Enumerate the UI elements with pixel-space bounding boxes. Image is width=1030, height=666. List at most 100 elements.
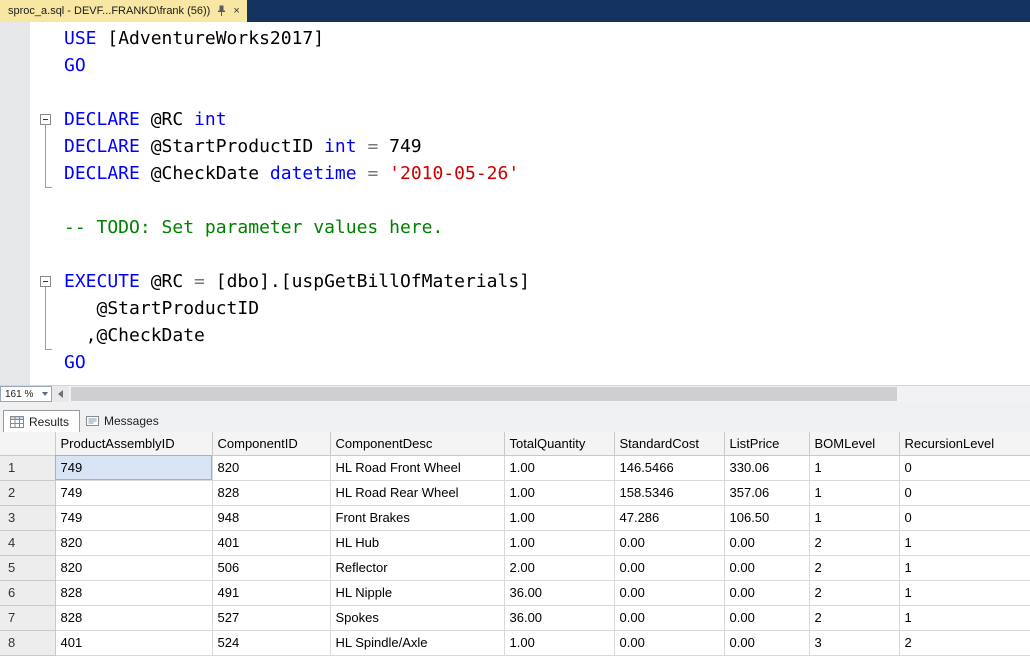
column-header-bomlevel[interactable]: BOMLevel xyxy=(808,432,900,456)
grid-cell[interactable]: 0 xyxy=(899,455,1030,481)
grid-cell[interactable]: 2 xyxy=(809,580,900,606)
code-line[interactable]: GO xyxy=(30,52,1030,79)
zoom-selector[interactable]: 161 % xyxy=(0,386,52,402)
grid-cell[interactable]: 401 xyxy=(212,530,331,556)
grid-cell[interactable]: 491 xyxy=(212,580,331,606)
column-header-totalquantity[interactable]: TotalQuantity xyxy=(503,432,615,456)
horizontal-scrollbar[interactable] xyxy=(52,386,1030,402)
row-number[interactable]: 3 xyxy=(0,505,56,531)
grid-cell[interactable]: 330.06 xyxy=(724,455,810,481)
grid-cell[interactable]: 0.00 xyxy=(614,630,725,656)
code-line[interactable]: @StartProductID xyxy=(30,295,1030,322)
code-line[interactable]: USE [AdventureWorks2017] xyxy=(30,25,1030,52)
grid-cell[interactable]: 0.00 xyxy=(614,530,725,556)
scrollbar-thumb[interactable] xyxy=(71,387,898,401)
pin-icon[interactable] xyxy=(217,5,226,17)
grid-cell[interactable]: 1.00 xyxy=(504,505,615,531)
grid-cell[interactable]: 1.00 xyxy=(504,630,615,656)
grid-cell[interactable]: 0.00 xyxy=(724,555,810,581)
grid-cell[interactable]: HL Hub xyxy=(330,530,505,556)
grid-cell[interactable]: 524 xyxy=(212,630,331,656)
grid-cell[interactable]: 357.06 xyxy=(724,480,810,506)
grid-cell[interactable]: Reflector xyxy=(330,555,505,581)
collapse-region-toggle[interactable] xyxy=(40,114,51,125)
grid-cell[interactable]: 0.00 xyxy=(724,605,810,631)
code-line[interactable]: GO xyxy=(30,349,1030,376)
grid-cell[interactable]: 1.00 xyxy=(504,480,615,506)
grid-cell[interactable]: 1 xyxy=(899,555,1030,581)
grid-cell[interactable]: 820 xyxy=(55,555,213,581)
column-header-recursionlevel[interactable]: RecursionLevel xyxy=(898,432,1030,456)
row-number[interactable]: 4 xyxy=(0,530,56,556)
grid-cell[interactable]: 158.5346 xyxy=(614,480,725,506)
code-line[interactable] xyxy=(30,187,1030,214)
code-line[interactable]: -- TODO: Set parameter values here. xyxy=(30,214,1030,241)
grid-cell[interactable]: HL Road Front Wheel xyxy=(330,455,505,481)
grid-cell[interactable]: 948 xyxy=(212,505,331,531)
tab-messages[interactable]: Messages xyxy=(80,410,169,432)
row-number[interactable]: 5 xyxy=(0,555,56,581)
grid-cell[interactable]: 828 xyxy=(212,480,331,506)
grid-cell[interactable]: 47.286 xyxy=(614,505,725,531)
grid-cell[interactable]: 0.00 xyxy=(724,580,810,606)
column-header-productassemblyid[interactable]: ProductAssemblyID xyxy=(54,432,213,456)
document-tab[interactable]: sproc_a.sql - DEVF...FRANKD\frank (56)) … xyxy=(0,0,247,22)
grid-cell[interactable]: 401 xyxy=(55,630,213,656)
grid-cell[interactable]: 0.00 xyxy=(614,555,725,581)
grid-cell[interactable]: 749 xyxy=(55,505,213,531)
code-line[interactable] xyxy=(30,79,1030,106)
column-header-componentid[interactable]: ComponentID xyxy=(211,432,331,456)
scrollbar-track[interactable] xyxy=(69,386,1030,402)
row-number[interactable]: 6 xyxy=(0,580,56,606)
grid-cell[interactable]: 36.00 xyxy=(504,605,615,631)
grid-cell[interactable]: HL Nipple xyxy=(330,580,505,606)
grid-cell[interactable]: 36.00 xyxy=(504,580,615,606)
grid-cell[interactable]: 0.00 xyxy=(614,605,725,631)
code-line[interactable]: DECLARE @StartProductID int = 749 xyxy=(30,133,1030,160)
grid-cell[interactable]: 828 xyxy=(55,605,213,631)
grid-cell[interactable]: 820 xyxy=(55,530,213,556)
grid-cell[interactable]: 106.50 xyxy=(724,505,810,531)
grid-cell[interactable]: 749 xyxy=(55,480,213,506)
grid-cell[interactable]: 506 xyxy=(212,555,331,581)
grid-cell[interactable]: 1 xyxy=(809,505,900,531)
code-line[interactable] xyxy=(30,241,1030,268)
grid-cell[interactable]: Front Brakes xyxy=(330,505,505,531)
code-area[interactable]: USE [AdventureWorks2017] GO DECLARE @RC in… xyxy=(30,22,1030,385)
tab-results[interactable]: Results xyxy=(3,410,81,432)
grid-cell[interactable]: 2 xyxy=(809,530,900,556)
code-line[interactable]: DECLARE @CheckDate datetime = '2010-05-2… xyxy=(30,160,1030,187)
column-header-listprice[interactable]: ListPrice xyxy=(723,432,810,456)
grid-cell[interactable]: HL Spindle/Axle xyxy=(330,630,505,656)
grid-cell[interactable]: 3 xyxy=(809,630,900,656)
grid-cell[interactable]: 820 xyxy=(212,455,331,481)
row-number[interactable]: 8 xyxy=(0,630,56,656)
scroll-left-button[interactable] xyxy=(52,386,69,402)
grid-cell[interactable]: 1 xyxy=(809,455,900,481)
collapse-region-toggle[interactable] xyxy=(40,276,51,287)
row-number[interactable]: 7 xyxy=(0,605,56,631)
grid-cell[interactable]: 527 xyxy=(212,605,331,631)
grid-cell[interactable]: Spokes xyxy=(330,605,505,631)
grid-cell[interactable]: 1.00 xyxy=(504,530,615,556)
column-header-componentdesc[interactable]: ComponentDesc xyxy=(329,432,505,456)
row-number[interactable]: 2 xyxy=(0,480,56,506)
grid-cell[interactable]: 0 xyxy=(899,480,1030,506)
grid-cell[interactable]: 146.5466 xyxy=(614,455,725,481)
grid-cell[interactable]: HL Road Rear Wheel xyxy=(330,480,505,506)
grid-cell[interactable]: 2 xyxy=(899,630,1030,656)
grid-cell[interactable]: 1 xyxy=(899,580,1030,606)
grid-cell[interactable]: 0 xyxy=(899,505,1030,531)
grid-cell[interactable]: 828 xyxy=(55,580,213,606)
grid-cell[interactable]: 2 xyxy=(809,555,900,581)
code-line[interactable]: DECLARE @RC int xyxy=(30,106,1030,133)
grid-cell[interactable]: 2.00 xyxy=(504,555,615,581)
grid-cell[interactable]: 0.00 xyxy=(724,630,810,656)
column-header-standardcost[interactable]: StandardCost xyxy=(613,432,725,456)
grid-cell[interactable]: 1 xyxy=(809,480,900,506)
grid-cell[interactable]: 0.00 xyxy=(724,530,810,556)
grid-cell[interactable]: 1 xyxy=(899,530,1030,556)
row-number[interactable]: 1 xyxy=(0,455,56,481)
grid-cell[interactable]: 0.00 xyxy=(614,580,725,606)
grid-cell[interactable]: 749 xyxy=(55,455,213,481)
